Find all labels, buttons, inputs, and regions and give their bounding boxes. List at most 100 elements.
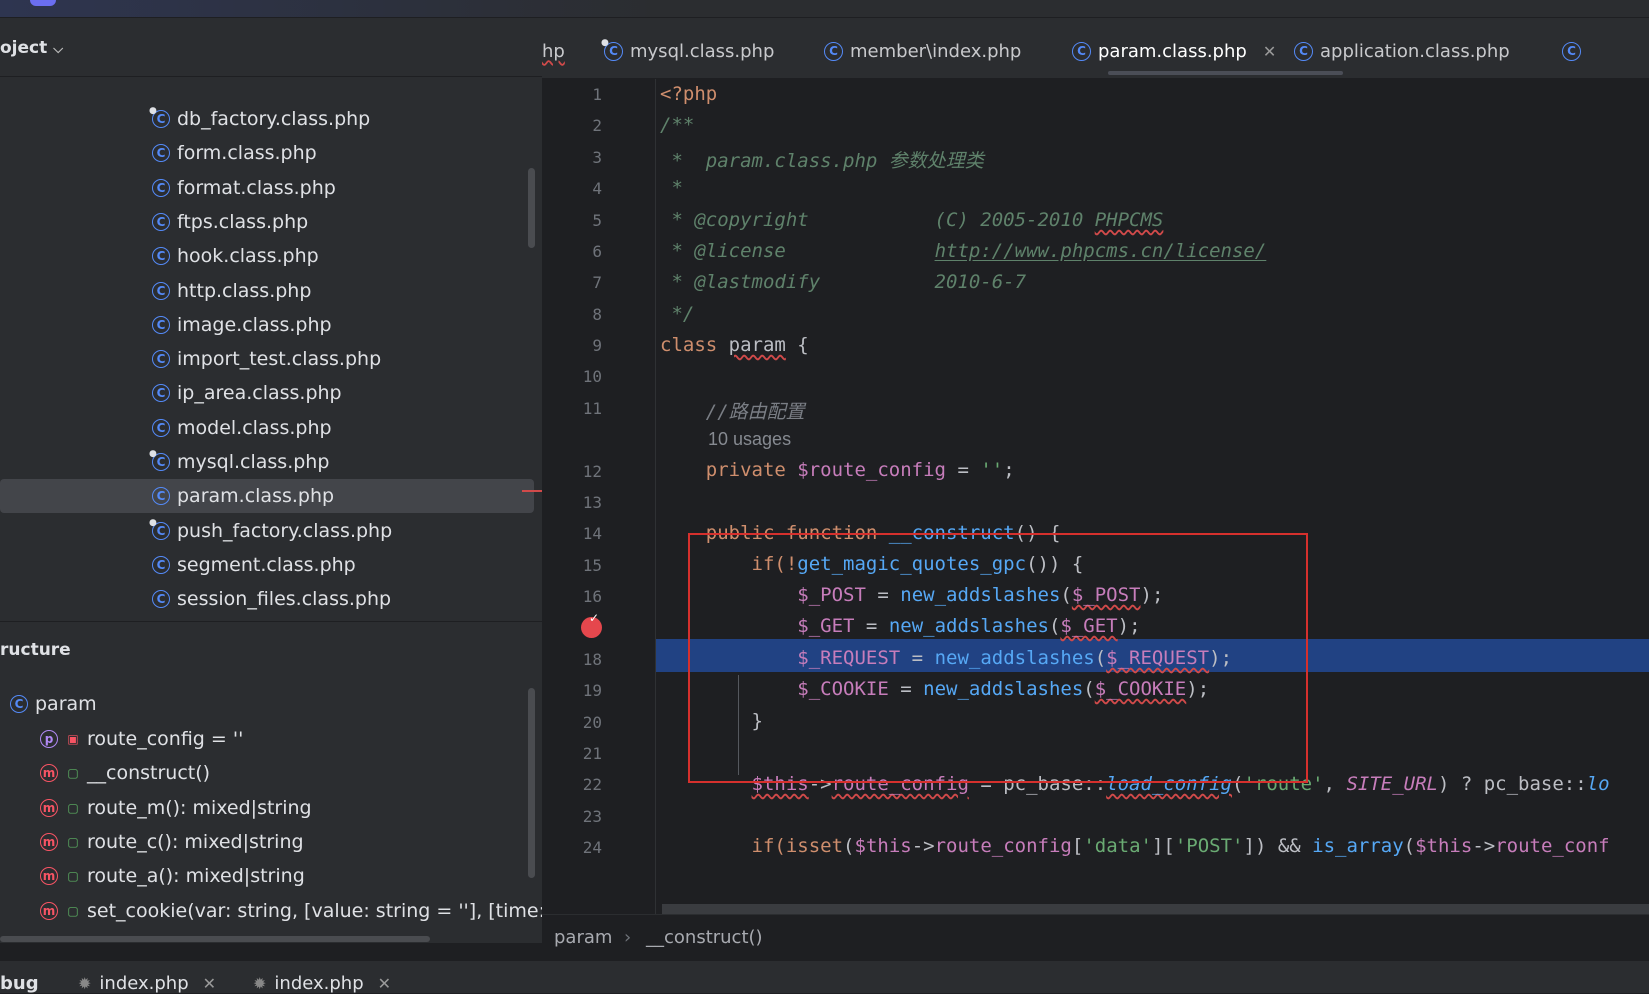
structure-method[interactable]: m ▢ route_m(): mixed|string (40, 791, 312, 825)
debug-tab-label: index.php (274, 973, 364, 994)
left-tool-panel: oject ⌵ C ● db_factory.class.php Cform.class… (0, 18, 616, 943)
public-unlock-icon: ▢ (67, 834, 79, 849)
line-number[interactable]: 13 (542, 487, 602, 520)
file-item[interactable]: Chook.class.php (152, 239, 319, 273)
method-icon: m (40, 764, 58, 783)
private-lock-icon: ▣ (67, 732, 79, 746)
tab-application-class[interactable]: Capplication.class.php (1294, 36, 1510, 66)
tab-member-index[interactable]: Cmember\index.php (824, 36, 1021, 66)
file-name: model.class.php (177, 416, 332, 439)
debug-label: bug (0, 973, 39, 994)
file-item[interactable]: Cmodel.class.php (152, 411, 332, 445)
project-scrollbar[interactable] (528, 168, 535, 248)
debug-tab-1[interactable]: ✹ index.php ✕ (78, 973, 216, 994)
code-line-1: <?php (660, 83, 718, 105)
member-label: route_config = '' (87, 728, 244, 750)
project-header[interactable]: oject ⌵ (0, 38, 63, 58)
member-label: __construct() (87, 762, 211, 785)
structure-header-label: ructure (0, 640, 71, 660)
method-icon: m (40, 832, 58, 851)
line-number[interactable]: 23 (542, 801, 602, 834)
structure-hscrollbar[interactable] (0, 936, 430, 942)
method-icon: m (40, 901, 58, 920)
close-icon[interactable]: ✕ (203, 974, 216, 993)
file-name: param.class.php (177, 485, 335, 508)
close-icon[interactable]: ✕ (1263, 42, 1276, 61)
structure-root-class[interactable]: C param (10, 687, 97, 721)
active-tab-indicator (1108, 71, 1343, 75)
member-label: set_cookie(var: string, [value: string =… (87, 899, 616, 922)
class-icon: C (152, 384, 170, 403)
structure-method[interactable]: m ▢ set_cookie(var: string, [value: string… (40, 894, 616, 928)
tab-hp[interactable]: hp (542, 36, 565, 66)
line-number[interactable]: 21 (542, 738, 602, 771)
class-icon: C ● (149, 449, 170, 471)
code-line-2: /** (660, 114, 695, 136)
class-icon: C (1294, 41, 1313, 61)
line-number-text: 23 (582, 806, 602, 826)
file-item[interactable]: C ● mysql.class.php (149, 445, 329, 479)
file-item[interactable]: Cip_area.class.php (152, 376, 342, 410)
class-icon: C ● (149, 106, 170, 128)
code-line-5: * @copyright (C) 2005-2010 PHPCMS (660, 209, 1164, 231)
tab-mysql-class[interactable]: C ● mysql.class.php (601, 36, 775, 66)
file-item[interactable]: Csegment.class.php (152, 548, 356, 582)
class-icon: C (152, 247, 170, 266)
file-name: session_files.class.php (177, 588, 392, 611)
line-number[interactable]: 10 (542, 361, 602, 394)
class-icon: C (1562, 41, 1581, 61)
structure-method[interactable]: m ▢ route_c(): mixed|string (40, 825, 304, 859)
file-name: http.class.php (177, 279, 312, 302)
method-icon: m (40, 867, 58, 886)
debug-tab-2[interactable]: ✹ index.php ✕ (253, 973, 391, 994)
file-item[interactable]: C ● push_factory.class.php (149, 514, 393, 548)
structure-method[interactable]: m ▢ route_a(): mixed|string (40, 859, 305, 893)
breadcrumb-item-class[interactable]: param (554, 927, 612, 948)
file-item[interactable]: Cform.class.php (152, 136, 317, 170)
public-unlock-icon: ▢ (67, 766, 79, 781)
structure-property[interactable]: p ▣ route_config = '' (40, 722, 243, 756)
usages-hint-line[interactable]: 10 usages (542, 424, 1649, 457)
breakpoint-icon[interactable] (581, 611, 602, 638)
member-label: route_m(): mixed|string (87, 796, 312, 819)
structure-header[interactable]: ructure (0, 640, 71, 660)
tab-param-class[interactable]: Cparam.class.php ✕ (1072, 36, 1276, 66)
file-item[interactable]: Cimport_test.class.php (152, 342, 381, 376)
file-item[interactable]: Cformat.class.php (152, 171, 336, 205)
file-item[interactable]: Csession_files.class.php (152, 582, 391, 616)
bug-icon: ✹ (253, 974, 267, 993)
file-item[interactable]: Cimage.class.php (152, 308, 332, 342)
tab-overflow[interactable]: C (1562, 36, 1588, 66)
line-number-text: 13 (582, 492, 602, 512)
tab-label: mysql.class.php (630, 40, 775, 62)
modified-overlay-icon: ● (149, 106, 157, 116)
class-icon: C (10, 695, 28, 713)
member-label: route_c(): mixed|string (87, 830, 304, 853)
file-name: push_factory.class.php (177, 519, 393, 542)
structure-scrollbar[interactable] (528, 688, 535, 878)
chevron-down-icon[interactable]: ⌵ (53, 42, 63, 57)
file-item[interactable]: Cftps.class.php (152, 205, 308, 239)
class-icon: C (152, 555, 170, 574)
editor-hscrollbar[interactable] (662, 904, 1649, 914)
app-badge (30, 0, 56, 6)
line-number-text: 10 (582, 367, 602, 387)
usages-hint[interactable]: 10 usages (708, 429, 791, 450)
file-item[interactable]: Chttp.class.php (152, 274, 311, 308)
file-item[interactable]: C ● db_factory.class.php (149, 102, 370, 136)
code-line-7: * @lastmodify 2010-6-7 (660, 271, 1027, 293)
code-editor[interactable]: 123456789101112131415161718192021222324 … (542, 79, 1649, 914)
debug-tab-label: index.php (99, 973, 189, 994)
tab-label: member\index.php (850, 40, 1022, 62)
modified-overlay-icon: ● (149, 449, 157, 459)
public-unlock-icon: ▢ (67, 903, 79, 918)
breadcrumb-item-method[interactable]: __construct() (646, 927, 763, 948)
code-line-9: class param { (660, 334, 809, 356)
file-item[interactable]: Cparam.class.php (0, 479, 534, 514)
structure-method[interactable]: m ▢ __construct() (40, 756, 210, 790)
file-name: hook.class.php (177, 245, 319, 268)
class-icon: C ● (149, 518, 170, 540)
tab-label: application.class.php (1320, 40, 1510, 62)
close-icon[interactable]: ✕ (378, 974, 391, 993)
modified-overlay-icon: ● (149, 517, 157, 528)
